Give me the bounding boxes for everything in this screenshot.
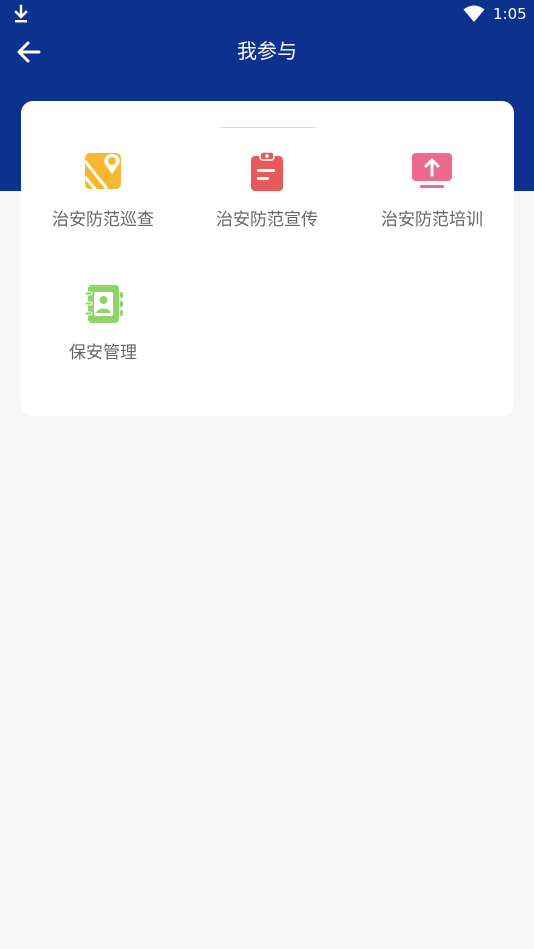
menu-item-label: 治安防范巡查 bbox=[52, 210, 154, 230]
menu-item-security-management[interactable]: 保安管理 bbox=[21, 284, 185, 394]
menu-card: 治安防范巡查 治安防范宣传 治安防范培训 保安管理 bbox=[21, 101, 514, 416]
menu-item-patrol[interactable]: 治安防范巡查 bbox=[21, 151, 185, 261]
download-icon bbox=[14, 4, 28, 23]
status-time: 1:05 bbox=[493, 5, 527, 23]
menu-item-label: 治安防范培训 bbox=[381, 210, 483, 230]
menu-item-publicity[interactable]: 治安防范宣传 bbox=[185, 151, 349, 261]
status-bar: 1:05 bbox=[0, 0, 534, 28]
page-title: 我参与 bbox=[237, 39, 297, 63]
wifi-icon bbox=[463, 5, 485, 22]
upload-screen-icon bbox=[412, 153, 452, 188]
contact-book-icon bbox=[84, 285, 123, 323]
menu-item-training[interactable]: 治安防范培训 bbox=[350, 151, 514, 261]
card-divider bbox=[220, 127, 316, 128]
menu-item-label: 保安管理 bbox=[69, 343, 137, 363]
menu-item-label: 治安防范宣传 bbox=[216, 210, 318, 230]
clipboard-icon bbox=[251, 151, 283, 191]
patrol-map-icon bbox=[83, 153, 121, 190]
